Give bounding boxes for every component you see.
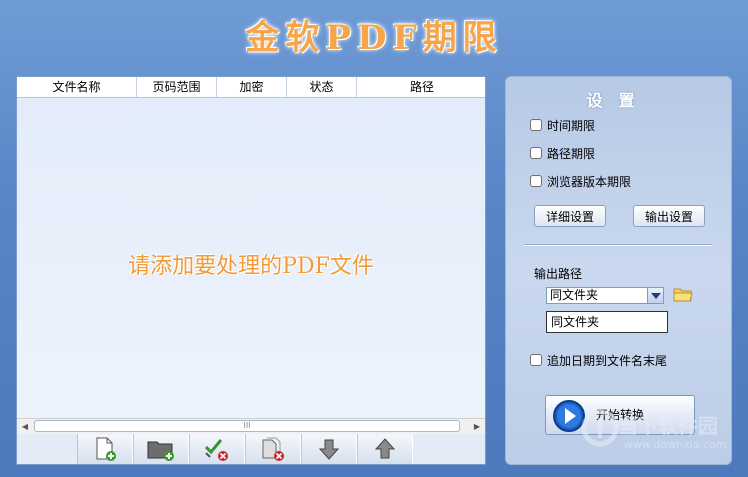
append-date-checkbox[interactable]	[530, 354, 542, 366]
path-limit-option[interactable]: 路径期限	[530, 145, 595, 161]
settings-title: 设置	[586, 91, 651, 110]
divider	[524, 244, 712, 246]
output-settings-button[interactable]: 输出设置	[633, 205, 705, 227]
move-down-button[interactable]	[301, 434, 357, 464]
output-path-label: 输出路径	[534, 267, 583, 281]
detail-settings-button[interactable]: 详细设置	[534, 205, 606, 227]
scrollbar-thumb[interactable]: III	[34, 420, 460, 432]
arrow-down-icon	[318, 439, 340, 460]
column-header-status[interactable]: 状态	[287, 77, 357, 97]
output-path-selected: 同文件夹	[550, 288, 599, 302]
add-folder-icon	[147, 441, 174, 461]
column-header-filename[interactable]: 文件名称	[17, 77, 137, 97]
check-remove-icon	[204, 439, 228, 461]
arrow-up-icon	[374, 438, 396, 459]
output-path-dropdown[interactable]: 同文件夹	[546, 287, 664, 304]
watermark: 当下软件园 www.downxia.com	[580, 402, 740, 462]
column-header-page-range[interactable]: 页码范围	[137, 77, 217, 97]
remove-files-icon	[262, 437, 284, 461]
path-limit-checkbox[interactable]	[530, 147, 542, 159]
browser-limit-label: 浏览器版本期限	[547, 174, 632, 189]
file-list[interactable]: 请添加要处理的PDF文件	[17, 98, 485, 418]
browser-limit-checkbox[interactable]	[530, 175, 542, 187]
app-title: 金软PDF期限	[245, 18, 503, 58]
append-date-label: 追加日期到文件名末尾	[547, 353, 668, 368]
clear-checked-button[interactable]	[189, 434, 245, 464]
output-path-input[interactable]: 同文件夹	[546, 311, 668, 333]
add-file-button[interactable]	[77, 434, 133, 464]
append-date-option[interactable]: 追加日期到文件名末尾	[530, 352, 667, 368]
browser-limit-option[interactable]: 浏览器版本期限	[530, 173, 631, 189]
horizontal-scrollbar[interactable]: ◀ III ▶	[17, 418, 485, 434]
scroll-left-icon[interactable]: ◀	[17, 419, 33, 434]
scroll-right-icon[interactable]: ▶	[469, 419, 485, 434]
chevron-down-icon[interactable]	[647, 288, 663, 303]
add-folder-button[interactable]	[133, 434, 189, 464]
time-limit-label: 时间期限	[547, 118, 596, 133]
browse-folder-icon[interactable]	[673, 286, 693, 302]
list-toolbar	[17, 434, 485, 464]
remove-all-button[interactable]	[245, 434, 301, 464]
watermark-logo-icon	[581, 409, 619, 447]
empty-list-hint: 请添加要处理的PDF文件	[128, 254, 374, 279]
time-limit-checkbox[interactable]	[530, 119, 542, 131]
watermark-url: www.downxia.com	[624, 438, 727, 451]
column-header-encrypt[interactable]: 加密	[217, 77, 287, 97]
move-up-button[interactable]	[357, 434, 413, 464]
watermark-text: 当下软件园	[618, 414, 718, 438]
path-limit-label: 路径期限	[547, 146, 596, 161]
table-header: 文件名称 页码范围 加密 状态 路径	[17, 77, 485, 98]
add-file-icon	[96, 437, 116, 461]
time-limit-option[interactable]: 时间期限	[530, 117, 595, 133]
file-list-panel: 文件名称 页码范围 加密 状态 路径 请添加要处理的PDF文件 ◀ III ▶	[16, 76, 486, 465]
column-header-path[interactable]: 路径	[357, 77, 487, 97]
